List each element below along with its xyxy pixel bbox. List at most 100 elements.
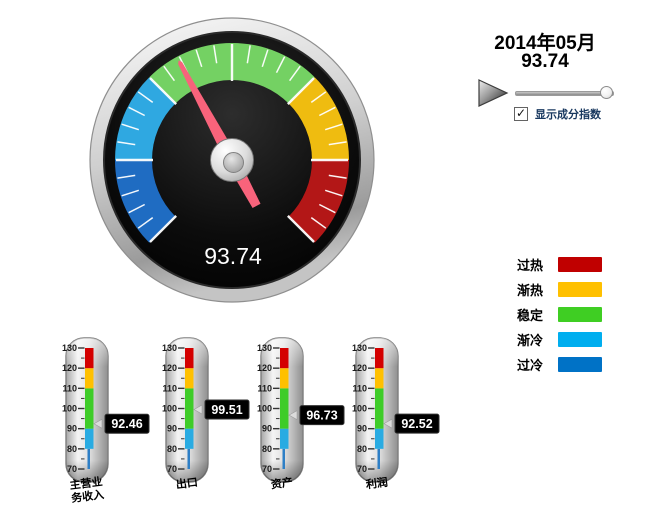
gauge-value-label: 93.74: [204, 243, 262, 269]
thermometer-tick-label: 80: [167, 444, 177, 454]
legend-item-label: 过冷: [517, 358, 544, 373]
thermometer-tick-label: 130: [257, 343, 272, 353]
thermometer-zone: [375, 348, 384, 369]
thermometer-zone: [187, 448, 190, 469]
thermometer-tick-label: 120: [257, 363, 272, 373]
thermometer-tick-label: 70: [167, 464, 177, 474]
thermometer-body-shade: [66, 338, 108, 482]
play-icon: [478, 79, 509, 107]
thermometer-category-label: 资产: [270, 476, 294, 492]
thermometer-chart: 70 80 90 100 110 120 130 92.52: [352, 337, 440, 483]
thermometer-tick-label: 120: [62, 363, 77, 373]
thermometer-zone: [375, 388, 384, 429]
thermometer-marker: [93, 418, 103, 429]
gauge-svg: 93.74: [89, 17, 375, 303]
thermometer-body-shade: [166, 338, 208, 482]
thermometer-zone: [375, 428, 384, 449]
thermometer-tick-label: 110: [62, 383, 77, 393]
thermometer-zone: [282, 448, 285, 469]
legend-item: 稳定: [517, 302, 602, 327]
thermometer-tick-label: 90: [262, 424, 272, 434]
legend-item-label: 过热: [517, 258, 544, 273]
legend-item: 渐热: [517, 277, 602, 302]
legend-item: 过热: [517, 252, 602, 277]
thermometer-zone: [185, 348, 194, 369]
thermometer-zone: [185, 388, 194, 429]
thermometer-zone: [375, 368, 384, 389]
thermometer-tick-label: 100: [352, 404, 367, 414]
thermometer-body-shade: [356, 338, 398, 482]
thermometer-zone: [85, 348, 94, 369]
thermometer-category-label: 利润: [365, 476, 389, 492]
thermometer-zone: [87, 448, 90, 469]
thermometer-tick-label: 70: [262, 464, 272, 474]
thermometer-tick-label: 130: [352, 343, 367, 353]
thermometer-tick-label: 110: [352, 383, 367, 393]
legend-item: 渐冷: [517, 327, 602, 352]
show-components-checkbox[interactable]: ✓: [514, 107, 528, 121]
thermometer-zone: [377, 448, 380, 469]
thermometer-tick-label: 120: [352, 363, 367, 373]
legend-item-label: 渐冷: [517, 333, 544, 348]
thermometer-body-shade: [261, 338, 303, 482]
thermometer-value-label: 92.52: [401, 417, 432, 431]
legend-color-swatch: [558, 332, 602, 347]
thermometer-zone: [85, 428, 94, 449]
thermometer-tick-label: 100: [257, 404, 272, 414]
timeline-slider-handle[interactable]: [600, 86, 613, 99]
index-gauge-chart: 93.74: [86, 14, 378, 306]
thermometer-tick-label: 130: [162, 343, 177, 353]
thermometer-category-label: 出口: [175, 476, 199, 492]
thermometer-zone: [85, 368, 94, 389]
play-button[interactable]: [477, 78, 509, 108]
thermometer-value-box: [299, 405, 345, 426]
thermometer-body: [65, 337, 109, 483]
thermometer-tick-label: 110: [257, 383, 272, 393]
thermometer-tick-label: 70: [357, 464, 367, 474]
thermometer-zone: [280, 348, 289, 369]
thermometer-tick-label: 110: [162, 383, 177, 393]
zone-legend: 过热渐热稳定渐冷过冷: [517, 252, 602, 377]
thermometer-zone: [185, 428, 194, 449]
thermometer-value-label: 96.73: [306, 409, 337, 423]
thermometer-zone: [85, 388, 94, 429]
thermometer-zone: [280, 368, 289, 389]
thermometer-tick-label: 90: [67, 424, 77, 434]
legend-item-label: 渐热: [517, 283, 544, 298]
thermometer-marker: [288, 410, 298, 421]
thermometer-body: [165, 337, 209, 483]
period-value: 93.74: [521, 51, 569, 72]
thermometer-tick-label: 100: [162, 404, 177, 414]
thermometer-tick-label: 90: [357, 424, 367, 434]
thermometer-body: [355, 337, 399, 483]
thermometer-tick-label: 120: [162, 363, 177, 373]
thermometer-tick-label: 100: [62, 404, 77, 414]
legend-color-swatch: [558, 357, 602, 372]
thermometer-tick-label: 80: [67, 444, 77, 454]
legend-color-swatch: [558, 307, 602, 322]
thermometer-zone: [185, 368, 194, 389]
thermometer-value-label: 99.51: [211, 403, 242, 417]
show-components-label: 显示成分指数: [535, 109, 601, 121]
thermometer-value-box: [394, 413, 440, 434]
thermometer-tick-label: 90: [167, 424, 177, 434]
thermometer-tick-label: 70: [67, 464, 77, 474]
thermometer-category-label: 主营业 务收入: [69, 476, 105, 505]
legend-color-swatch: [558, 257, 602, 272]
legend-item: 过冷: [517, 352, 602, 377]
thermometer-tick-label: 130: [62, 343, 77, 353]
thermometer-value-box: [104, 413, 150, 434]
thermometer-zone: [280, 388, 289, 429]
legend-item-label: 稳定: [517, 308, 544, 323]
thermometer-value-label: 92.46: [111, 417, 142, 431]
thermometer-value-box: [204, 399, 250, 420]
gauge-hub-inner: [223, 152, 244, 173]
thermometer-marker: [193, 404, 203, 415]
thermometer-zone: [280, 428, 289, 449]
thermometer-marker: [383, 418, 393, 429]
thermometer-body: [260, 337, 304, 483]
thermometer-tick-label: 80: [357, 444, 367, 454]
show-components-row: ✓ 显示成分指数: [514, 106, 601, 122]
thermometer-tick-label: 80: [262, 444, 272, 454]
legend-color-swatch: [558, 282, 602, 297]
